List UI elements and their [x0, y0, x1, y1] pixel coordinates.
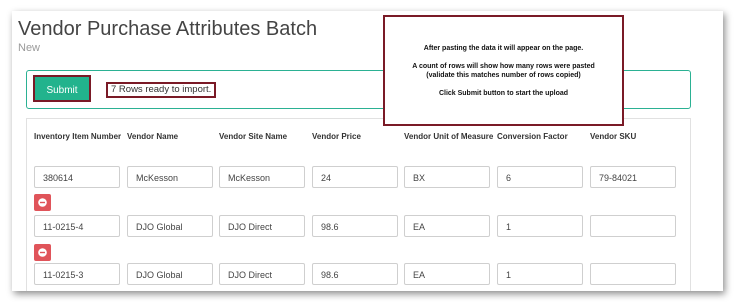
vendor-name-input[interactable]: McKesson: [127, 166, 213, 188]
callout-line: After pasting the data it will appear on…: [423, 45, 584, 52]
page-title: Vendor Purchase Attributes Batch: [18, 18, 318, 40]
column-header-inventory-item-number: Inventory Item Number: [34, 132, 122, 141]
vendor-sku-input[interactable]: [590, 215, 676, 237]
vendor-name-input[interactable]: DJO Global: [127, 215, 213, 237]
vendor-site-name-input[interactable]: DJO Direct: [219, 263, 305, 285]
conversion-factor-input[interactable]: 6: [497, 166, 583, 188]
vendor-name-input[interactable]: DJO Global: [127, 263, 213, 285]
column-header-vendor-price: Vendor Price: [312, 132, 361, 141]
column-header-vendor-unit-of-measure: Vendor Unit of Measure: [404, 132, 494, 141]
inventory-item-number-input[interactable]: 380614: [34, 166, 120, 188]
callout-line: (validate this matches number of rows co…: [426, 72, 581, 79]
vendor-price-input[interactable]: 98.6: [312, 215, 398, 237]
minus-circle-icon: [38, 248, 47, 257]
callout-line: A count of rows will show how many rows …: [412, 63, 595, 70]
column-header-vendor-name: Vendor Name: [127, 132, 179, 141]
column-header-vendor-sku: Vendor SKU: [590, 132, 637, 141]
import-grid: Inventory Item Number Vendor Name Vendor…: [26, 118, 691, 291]
inventory-item-number-input[interactable]: 11-0215-3: [34, 263, 120, 285]
vendor-site-name-input[interactable]: DJO Direct: [219, 215, 305, 237]
column-header-vendor-site-name: Vendor Site Name: [219, 132, 288, 141]
inventory-item-number-input[interactable]: 11-0215-4: [34, 215, 120, 237]
page-subtitle: New: [18, 42, 41, 54]
remove-row-button[interactable]: [34, 194, 51, 211]
vendor-unit-of-measure-input[interactable]: BX: [404, 166, 490, 188]
submit-button[interactable]: Submit: [33, 75, 91, 102]
conversion-factor-input[interactable]: 1: [497, 263, 583, 285]
remove-row-button[interactable]: [34, 244, 51, 261]
callout-line: Click Submit button to start the upload: [438, 90, 569, 97]
vendor-unit-of-measure-input[interactable]: EA: [404, 215, 490, 237]
vendor-site-name-input[interactable]: McKesson: [219, 166, 305, 188]
column-header-conversion-factor: Conversion Factor: [497, 132, 568, 141]
instruction-callout: After pasting the data it will appear on…: [383, 15, 624, 126]
minus-circle-icon: [38, 198, 47, 207]
vendor-sku-input[interactable]: [590, 263, 676, 285]
conversion-factor-input[interactable]: 1: [497, 215, 583, 237]
vendor-price-input[interactable]: 24: [312, 166, 398, 188]
vendor-price-input[interactable]: 98.6: [312, 263, 398, 285]
rows-ready-status: 7 Rows ready to import.: [106, 82, 217, 98]
vendor-sku-input[interactable]: 79-84021: [590, 166, 676, 188]
vendor-unit-of-measure-input[interactable]: EA: [404, 263, 490, 285]
